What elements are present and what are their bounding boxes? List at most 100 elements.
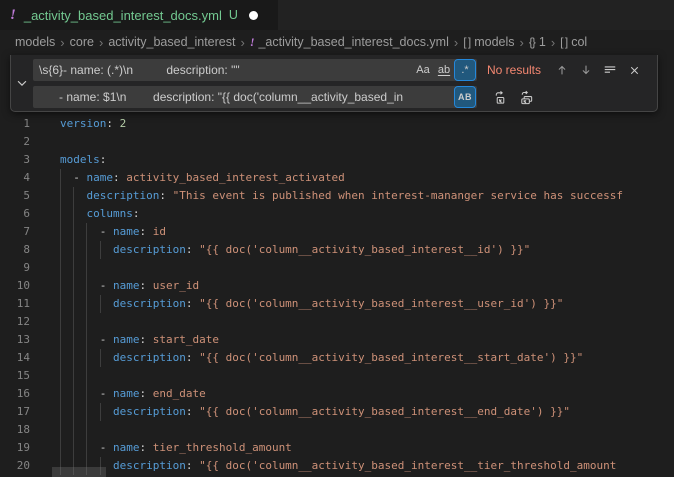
indent-guide [73,259,74,277]
find-results-count: No results [487,63,549,77]
match-case-toggle[interactable]: Aa [413,60,433,80]
breadcrumb-item[interactable]: [ ]models [463,35,514,49]
indent-guide [86,439,87,457]
breadcrumb-item[interactable]: !_activity_based_interest_docs.yml [250,35,449,50]
code-line[interactable]: 7 - name: id [0,223,674,241]
replace-button[interactable] [489,86,511,108]
code-text[interactable]: version: 2 [60,115,674,133]
preserve-case-toggle[interactable]: AB [455,87,475,107]
indent-guide [73,439,74,457]
code-text[interactable]: description: "{{ doc('column__activity_b… [60,403,674,421]
code-text[interactable] [60,421,674,439]
line-number[interactable]: 19 [0,439,30,457]
code-line[interactable]: 8 description: "{{ doc('column__activity… [0,241,674,259]
array-symbol-icon: [ ] [463,35,470,49]
code-text[interactable]: models: [60,151,674,169]
indent-guide [100,349,101,367]
unsaved-changes-dot[interactable] [249,11,258,20]
line-number[interactable]: 6 [0,205,30,223]
breadcrumb-item[interactable]: core [70,35,94,49]
code-text[interactable] [60,313,674,331]
indent-guide [86,277,87,295]
indent-guide [60,421,61,439]
code-text[interactable]: columns: [60,205,674,223]
code-line[interactable]: 18 [0,421,674,439]
code-text[interactable]: - name: user_id [60,277,674,295]
line-number[interactable]: 16 [0,385,30,403]
code-text[interactable]: - name: id [60,223,674,241]
indent-guide [86,295,87,313]
code-line[interactable]: 5 description: "This event is published … [0,187,674,205]
code-line[interactable]: 2 [0,133,674,151]
code-text[interactable]: description: "This event is published wh… [60,187,674,205]
code-line[interactable]: 15 [0,367,674,385]
code-text[interactable]: - name: start_date [60,331,674,349]
line-number[interactable]: 12 [0,313,30,331]
toggle-replace-button[interactable] [11,55,33,111]
breadcrumb-item[interactable]: models [15,35,55,49]
code-text[interactable] [60,259,674,277]
indent-guide [73,313,74,331]
code-text[interactable]: - name: tier_threshold_amount [60,439,674,457]
line-number[interactable]: 13 [0,331,30,349]
previous-match-button[interactable] [551,59,573,81]
code-line[interactable]: 17 description: "{{ doc('column__activit… [0,403,674,421]
code-line[interactable]: 9 [0,259,674,277]
next-match-button[interactable] [575,59,597,81]
editor-tab[interactable]: ! _activity_based_interest_docs.yml U [0,0,278,30]
line-number[interactable]: 2 [0,133,30,151]
line-number[interactable]: 7 [0,223,30,241]
horizontal-scrollbar[interactable] [52,467,106,477]
line-number[interactable]: 9 [0,259,30,277]
line-number[interactable]: 14 [0,349,30,367]
code-line[interactable]: 3 models: [0,151,674,169]
line-number[interactable]: 15 [0,367,30,385]
code-text[interactable]: description: "{{ doc('column__activity_b… [60,349,674,367]
indent-guide [60,241,61,259]
breadcrumb-item[interactable]: [ ]col [560,35,587,49]
line-number[interactable]: 10 [0,277,30,295]
code-text[interactable]: - name: activity_based_interest_activate… [60,169,674,187]
line-number[interactable]: 3 [0,151,30,169]
line-number[interactable]: 4 [0,169,30,187]
code-text[interactable]: description: "{{ doc('column__activity_b… [60,241,674,259]
code-line[interactable]: 14 description: "{{ doc('column__activit… [0,349,674,367]
find-in-selection-button[interactable] [599,59,621,81]
code-line[interactable]: 11 description: "{{ doc('column__activit… [0,295,674,313]
code-line[interactable]: 13 - name: start_date [0,331,674,349]
line-number[interactable]: 17 [0,403,30,421]
code-line[interactable]: 1 version: 2 [0,115,674,133]
line-number[interactable]: 8 [0,241,30,259]
line-number[interactable]: 5 [0,187,30,205]
find-input[interactable] [33,59,412,81]
code-text[interactable]: - name: end_date [60,385,674,403]
code-text[interactable] [60,367,674,385]
code-text[interactable]: description: "{{ doc('column__activity_b… [60,295,674,313]
breadcrumb-separator-icon: › [99,35,103,50]
replace-input[interactable] [33,86,454,108]
line-number[interactable]: 18 [0,421,30,439]
line-number[interactable]: 20 [0,457,30,475]
code-line[interactable]: 10 - name: user_id [0,277,674,295]
code-line[interactable]: 6 columns: [0,205,674,223]
breadcrumb-item[interactable]: activity_based_interest [108,35,235,49]
line-number[interactable]: 11 [0,295,30,313]
line-number[interactable]: 1 [0,115,30,133]
arrow-down-icon [579,63,593,77]
breadcrumb-item-label: activity_based_interest [108,35,235,49]
breadcrumb-item[interactable]: {}1 [529,35,546,49]
regex-toggle[interactable]: .* [455,60,475,80]
editor-pane[interactable]: 1version: 223models:4 - name: activity_b… [0,54,674,477]
code-line[interactable]: 16 - name: end_date [0,385,674,403]
code-line[interactable]: 19 - name: tier_threshold_amount [0,439,674,457]
close-find-button[interactable] [623,59,645,81]
code-text[interactable] [60,133,674,151]
indent-guide [60,439,61,457]
replace-all-button[interactable] [515,86,537,108]
code-line[interactable]: 4 - name: activity_based_interest_activa… [0,169,674,187]
whole-word-toggle[interactable]: ab [434,60,454,80]
arrow-up-icon [555,63,569,77]
indent-guide [60,277,61,295]
code-text[interactable]: description: "{{ doc('column__activity_b… [60,457,674,475]
code-line[interactable]: 12 [0,313,674,331]
